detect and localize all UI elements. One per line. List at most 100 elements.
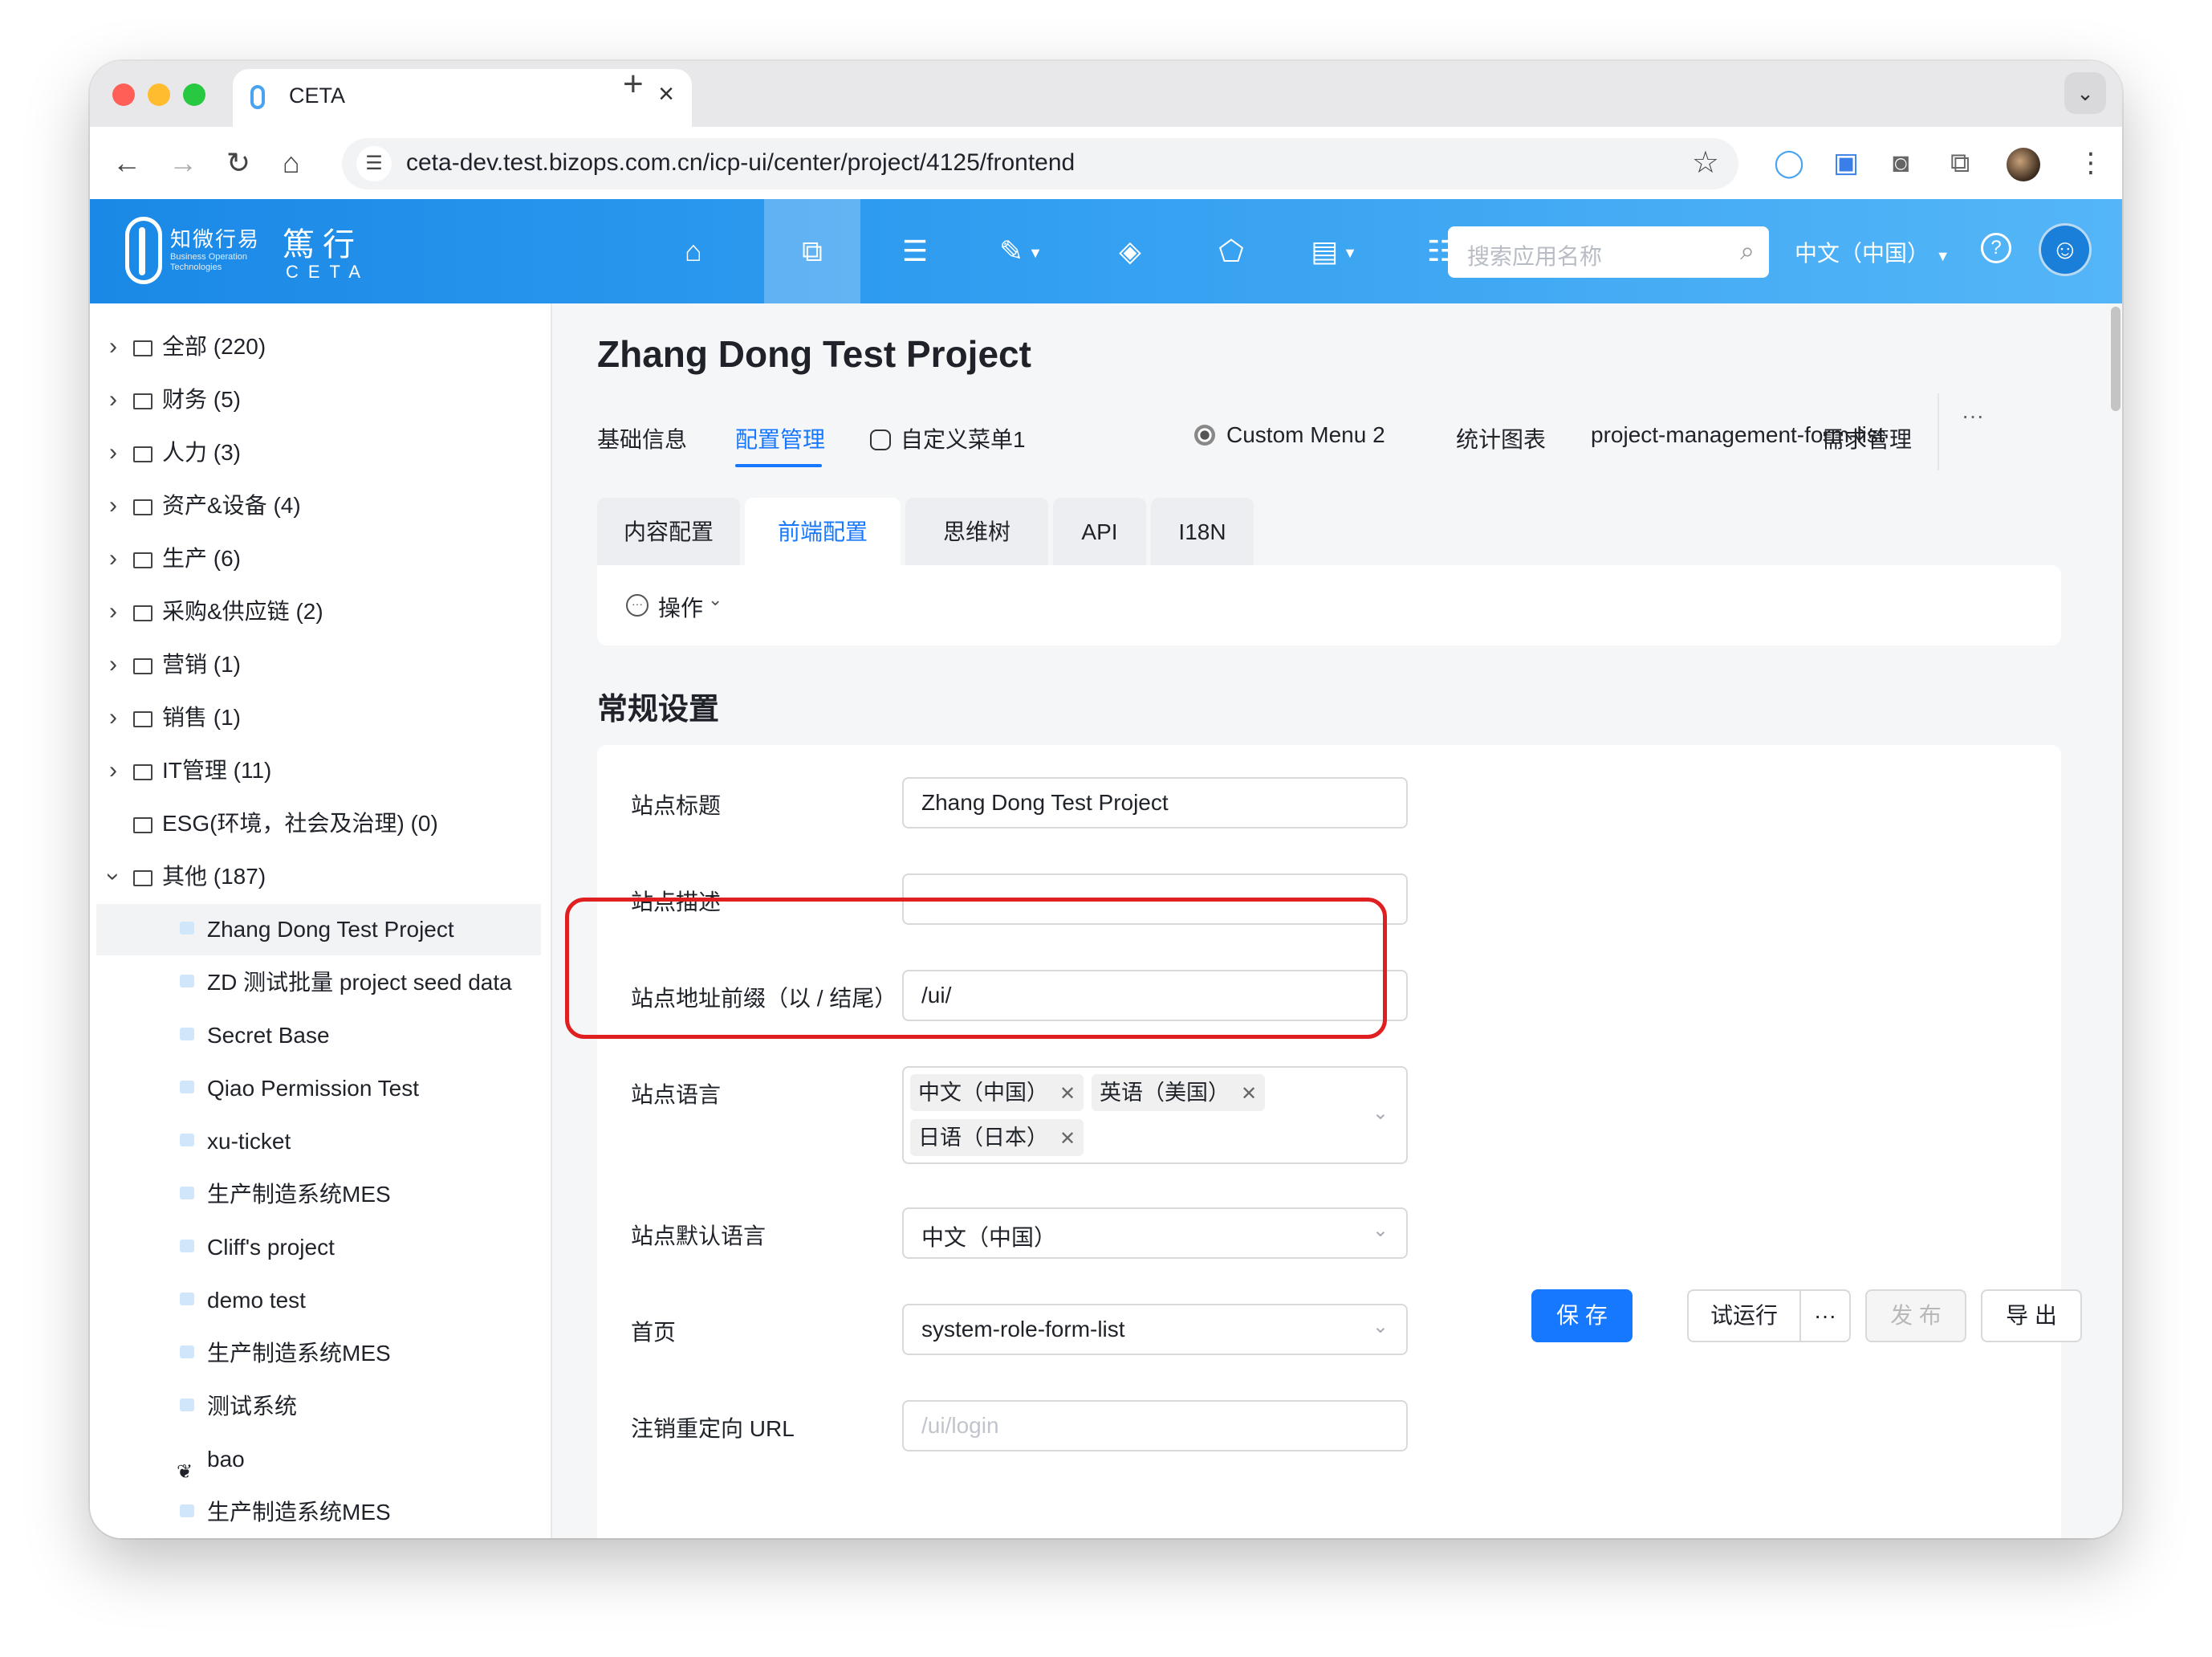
profile-avatar[interactable] [2007, 148, 2040, 181]
nav-edit-icon[interactable]: ✎ ▼ [973, 199, 1069, 303]
operations-dropdown[interactable]: 操作 [658, 591, 703, 623]
tag-close-icon[interactable]: ✕ [1059, 1128, 1076, 1150]
minimize-window-button[interactable] [148, 83, 170, 106]
chevron-right-icon[interactable]: › [101, 427, 125, 478]
tree-item-all[interactable]: › 全部 (220) [96, 321, 541, 373]
tree-project[interactable]: 生产制造系统MES [96, 1328, 541, 1379]
tag-close-icon[interactable]: ✕ [1241, 1083, 1257, 1105]
nav-hierarchy-icon[interactable]: ☰ [867, 199, 963, 303]
chevron-right-icon[interactable]: › [101, 639, 125, 690]
address-bar[interactable]: ☰ ceta-dev.test.bizops.com.cn/icp-ui/cen… [342, 138, 1738, 189]
subtab-mind-tree[interactable]: 思维树 [905, 498, 1048, 567]
app-search-input[interactable]: 搜索应用名称 ⌕ [1448, 226, 1769, 278]
site-desc-input[interactable] [902, 873, 1408, 925]
tag-close-icon[interactable]: ✕ [1059, 1083, 1076, 1105]
subtab-api[interactable]: API [1053, 498, 1146, 567]
chevron-right-icon[interactable]: › [101, 480, 125, 531]
site-prefix-input[interactable]: /ui/ [902, 970, 1408, 1021]
tree-project[interactable]: Cliff's project [96, 1222, 541, 1273]
subtab-frontend-config[interactable]: 前端配置 [745, 498, 901, 567]
tab-search-button[interactable]: ⌄ [2064, 72, 2106, 114]
chevron-right-icon[interactable]: › [101, 374, 125, 425]
tree-project[interactable]: Qiao Permission Test [96, 1063, 541, 1114]
forward-icon[interactable]: → [169, 143, 197, 183]
user-avatar-icon[interactable]: ☺ [2039, 223, 2092, 276]
nav-home-icon[interactable]: ⌂ [645, 199, 742, 303]
help-icon[interactable]: ? [1981, 233, 2011, 263]
chevron-right-icon[interactable]: › [101, 321, 125, 373]
tree-project[interactable]: demo test [96, 1275, 541, 1326]
tree-project[interactable]: ZD 测试批量 project seed data [96, 957, 541, 1008]
home-icon[interactable]: ⌂ [283, 143, 300, 183]
tree-item-assets[interactable]: › 资产&设备 (4) [96, 480, 541, 531]
tree-item-it[interactable]: › IT管理 (11) [96, 745, 541, 796]
maximize-window-button[interactable] [183, 83, 205, 106]
subtab-content-config[interactable]: 内容配置 [597, 498, 740, 567]
tree-project[interactable]: xu-ticket [96, 1116, 541, 1167]
tab-requirements[interactable]: 需求管理 [1822, 422, 1912, 454]
chevron-down-icon[interactable]: ⌄ [1372, 1101, 1389, 1125]
extension-circle-icon[interactable]: ◯ [1774, 145, 1804, 181]
chevron-down-icon[interactable]: ⌄ [708, 589, 722, 610]
language-selector[interactable]: 中文（中国） ▼ [1795, 236, 1950, 268]
tab-custom-menu-1[interactable]: 自定义菜单1 [870, 422, 1026, 454]
tab-close-icon[interactable]: × [658, 79, 674, 110]
translate-icon[interactable]: ▣ [1833, 145, 1859, 181]
chevron-down-icon[interactable]: ⌄ [1372, 1315, 1389, 1338]
logout-url-input[interactable]: /ui/login [902, 1400, 1408, 1451]
more-tabs-icon[interactable]: ··· [1962, 403, 1994, 435]
tree-project[interactable]: 测试系统 [96, 1381, 541, 1432]
subtab-i18n[interactable]: I18N [1151, 498, 1254, 567]
tree-item-other[interactable]: › 其他 (187) [96, 851, 541, 902]
home-select[interactable]: system-role-form-list ⌄ [902, 1304, 1408, 1355]
new-tab-button[interactable]: + [623, 64, 644, 104]
reload-icon[interactable]: ↻ [226, 143, 250, 183]
chevron-right-icon[interactable]: › [101, 692, 125, 743]
smile-icon [870, 430, 891, 450]
save-button[interactable]: 保 存 [1531, 1289, 1633, 1342]
more-circle-icon[interactable]: ··· [626, 594, 649, 617]
site-lang-multiselect[interactable]: 中文（中国） ✕ 英语（美国） ✕ 日语（日本） ✕ ⌄ [902, 1066, 1408, 1164]
chevron-right-icon[interactable]: › [101, 586, 125, 637]
tree-item-marketing[interactable]: › 营销 (1) [96, 639, 541, 690]
tree-item-hr[interactable]: › 人力 (3) [96, 427, 541, 478]
chevron-right-icon[interactable]: › [101, 533, 125, 584]
main-scrollbar[interactable] [2111, 307, 2121, 411]
site-info-icon[interactable]: ☰ [356, 146, 392, 181]
export-button[interactable]: 导 出 [1981, 1289, 2082, 1342]
tree-item-esg[interactable]: ESG(环境，社会及治理) (0) [96, 798, 541, 849]
tab-config[interactable]: 配置管理 [735, 422, 825, 454]
tree-item-finance[interactable]: › 财务 (5) [96, 374, 541, 425]
trial-run-button[interactable]: 试运行 [1687, 1289, 1801, 1342]
bookmark-star-icon[interactable]: ☆ [1692, 145, 1719, 181]
nav-palette-icon[interactable]: ◈ [1082, 199, 1178, 303]
camera-icon[interactable]: ◙ [1893, 145, 1909, 181]
close-window-button[interactable] [112, 83, 135, 106]
browser-menu-icon[interactable]: ⋮ [2077, 145, 2104, 181]
chevron-down-icon[interactable]: › [90, 865, 139, 889]
tree-project[interactable]: Secret Base [96, 1010, 541, 1061]
tab-charts[interactable]: 统计图表 [1456, 422, 1546, 454]
tree-item-production[interactable]: › 生产 (6) [96, 533, 541, 584]
tree-item-label: 采购&供应链 (2) [162, 599, 323, 624]
publish-button[interactable]: 发 布 [1865, 1289, 1966, 1342]
nav-apps-icon[interactable]: ⧉ [764, 199, 860, 303]
chevron-down-icon[interactable]: ⌄ [1372, 1219, 1389, 1242]
tree-project-zhang-dong[interactable]: Zhang Dong Test Project [96, 904, 541, 955]
tab-custom-menu-2[interactable]: Custom Menu 2 [1194, 422, 1385, 448]
tree-project[interactable]: ❦ bao [96, 1434, 541, 1485]
tab-basic-info[interactable]: 基础信息 [597, 422, 687, 454]
site-title-input[interactable]: Zhang Dong Test Project [902, 777, 1408, 828]
tree-item-sales[interactable]: › 销售 (1) [96, 692, 541, 743]
tree-project[interactable]: 生产制造系统MES [96, 1487, 541, 1538]
nav-layers-icon[interactable]: ▤ ▼ [1286, 199, 1382, 303]
nav-deploy-icon[interactable]: ⬠ [1183, 199, 1279, 303]
back-icon[interactable]: ← [112, 143, 141, 183]
more-actions-button[interactable]: ··· [1799, 1289, 1851, 1342]
search-icon[interactable]: ⌕ [1740, 236, 1755, 267]
tree-project[interactable]: 生产制造系统MES [96, 1169, 541, 1220]
chevron-right-icon[interactable]: › [101, 745, 125, 796]
extensions-puzzle-icon[interactable]: ⧉ [1950, 145, 1970, 181]
default-lang-select[interactable]: 中文（中国） ⌄ [902, 1207, 1408, 1259]
tree-item-procurement[interactable]: › 采购&供应链 (2) [96, 586, 541, 637]
